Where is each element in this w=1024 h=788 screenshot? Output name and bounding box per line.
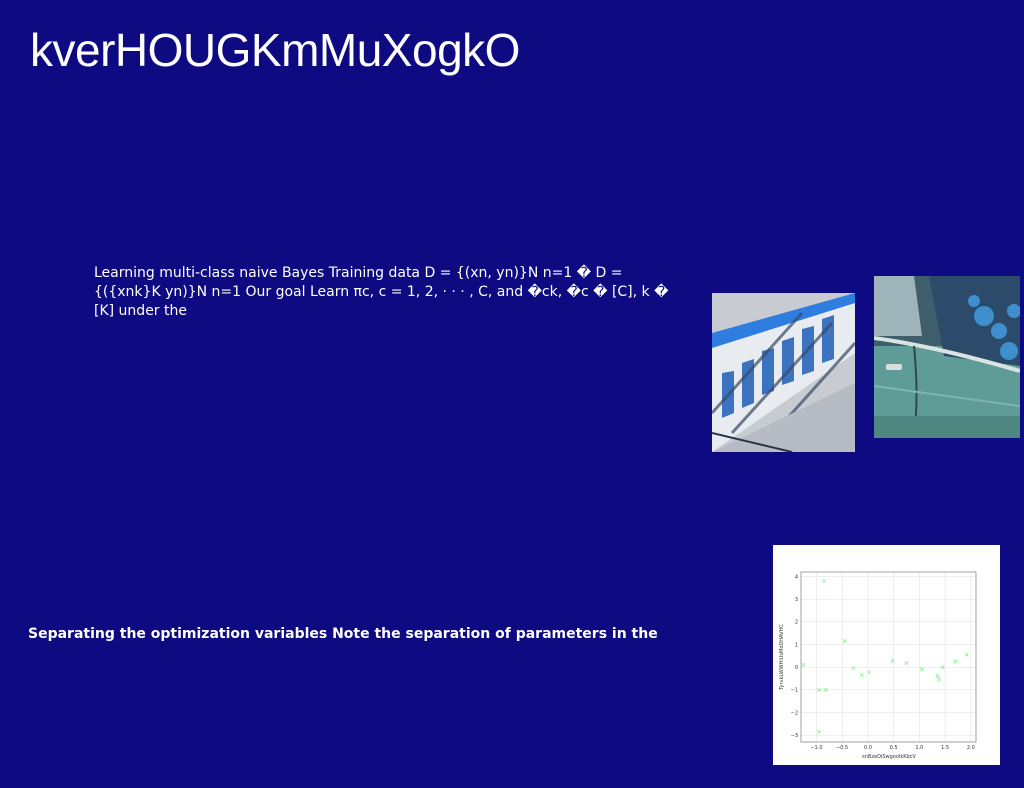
section-subheading: Separating the optimization variables No… [28, 626, 658, 642]
x-tick-label: 1.0 [915, 745, 923, 751]
chart-grid [801, 572, 976, 742]
data-point [935, 674, 940, 679]
photo-vintage-car [874, 276, 1020, 438]
x-tick-label: 0.5 [890, 745, 898, 751]
chart-canvas: −1.0 −0.5 0.0 0.5 1.0 1.5 2.0 −3 −2 −1 0 1 2 3 4 snBze… [779, 571, 977, 760]
y-tick-label: 0 [795, 665, 798, 671]
x-tick-label: −1.0 [810, 745, 822, 751]
data-point [822, 578, 827, 584]
data-point [904, 661, 909, 666]
data-point [919, 667, 925, 672]
x-axis-label: snBzeOiSwgoolkKbcV [862, 754, 916, 760]
scatter-chart: −1.0 −0.5 0.0 0.5 1.0 1.5 2.0 −3 −2 −1 0 1 2 3 4 snBze… [773, 545, 1000, 765]
x-tick-label: −0.5 [836, 745, 848, 751]
slide-title: kverHOUGKmMuXogkO [30, 24, 520, 76]
y-tick-label: −1 [791, 688, 798, 694]
y-axis-label: TyrvkLWWHiUsMoDHAVHC [779, 624, 785, 691]
data-point [842, 639, 847, 644]
y-tick-label: 4 [795, 574, 798, 580]
y-tick-label: 2 [795, 620, 798, 626]
y-tick-label: 1 [795, 642, 798, 648]
data-point [953, 659, 958, 664]
data-point [936, 677, 942, 682]
data-point [816, 729, 822, 734]
x-tick-label: 0.0 [864, 745, 872, 751]
plot-frame [800, 571, 977, 743]
y-tick-label: −3 [791, 733, 798, 739]
body-text: Learning multi-class naive Bayes Trainin… [94, 265, 669, 319]
photo-staircase [712, 293, 855, 452]
data-point [801, 662, 806, 668]
x-tick-label: 1.5 [941, 745, 949, 751]
data-point [964, 652, 969, 657]
data-point [859, 673, 864, 678]
y-tick-label: 3 [795, 597, 798, 603]
x-tick-label: 2.0 [967, 745, 975, 751]
chart-points [801, 578, 969, 734]
chart-ticks: −1.0 −0.5 0.0 0.5 1.0 1.5 2.0 −3 −2 −1 0 1 2 3 4 [791, 574, 975, 751]
y-tick-label: −2 [791, 710, 798, 716]
